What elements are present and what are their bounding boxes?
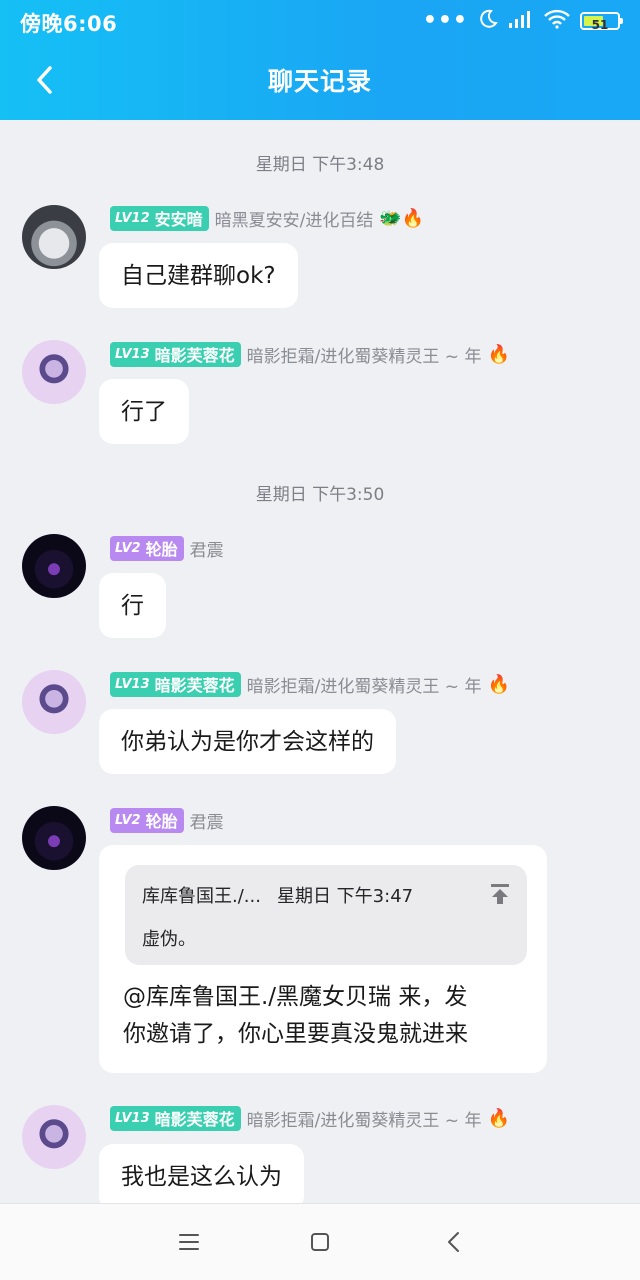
message-meta: LV2 轮胎 君震 (110, 807, 224, 833)
level-badge: LV12 安安暗 (110, 205, 209, 231)
member-title: 君震 (189, 812, 224, 833)
avatar[interactable] (22, 340, 86, 404)
member-title: 暗黑夏安安/进化百结 (214, 210, 374, 231)
home-button[interactable] (306, 1228, 334, 1256)
reply-text: @库库鲁国王./黑魔女贝瑞 来，发 你邀请了，你心里要真没鬼就进来 (123, 984, 468, 1047)
message-meta: LV13 暗影芙蓉花 暗影拒霜/进化蜀葵精灵王 ~ 年 🔥 (110, 671, 510, 697)
status-icons: ••• 51 (422, 8, 623, 34)
wifi-icon (544, 9, 570, 33)
title-emoji: 🔥 (487, 343, 510, 365)
message-bubble[interactable]: 行了 (99, 379, 189, 444)
quote-time: 星期日 下午3:47 (276, 886, 414, 907)
level-badge: LV2 轮胎 (110, 807, 184, 833)
title-emoji: 🔥 (487, 1107, 510, 1129)
quoted-message[interactable]: 库库鲁国王./... 星期日 下午3:47 虚伪。 (125, 865, 527, 965)
menu-button[interactable] (175, 1228, 203, 1256)
home-square-icon (311, 1233, 329, 1251)
quote-header: 库库鲁国王./... 星期日 下午3:47 (142, 882, 413, 908)
back-nav-button[interactable] (440, 1228, 468, 1256)
message-meta: LV12 安安暗 暗黑夏安安/进化百结 🐲🔥 (110, 205, 424, 231)
member-title: 暗影拒霜/进化蜀葵精灵王 ~ 年 (246, 346, 482, 367)
message-meta: LV13 暗影芙蓉花 暗影拒霜/进化蜀葵精灵王 ~ 年 🔥 (110, 341, 510, 367)
avatar[interactable] (22, 205, 86, 269)
chat-history[interactable]: 星期日 下午3:48 LV12 安安暗 暗黑夏安安/进化百结 🐲🔥 自己建群聊ok… (0, 120, 640, 1203)
status-time: 傍晚6:06 (20, 12, 118, 36)
avatar[interactable] (22, 534, 86, 598)
message-bubble[interactable]: 行 (99, 573, 166, 638)
title-emoji: 🐲🔥 (379, 207, 425, 229)
message-meta: LV2 轮胎 君震 (110, 535, 224, 561)
message-bubble[interactable]: 自己建群聊ok? (99, 243, 298, 308)
avatar[interactable] (22, 806, 86, 870)
jump-to-top-icon[interactable] (487, 881, 513, 907)
message-meta: LV13 暗影芙蓉花 暗影拒霜/进化蜀葵精灵王 ~ 年 🔥 (110, 1105, 510, 1131)
reply-message-bubble[interactable]: 库库鲁国王./... 星期日 下午3:47 虚伪。 @库库鲁国王./黑魔女贝瑞 来… (99, 845, 547, 1073)
time-separator: 星期日 下午3:48 (255, 155, 385, 175)
avatar[interactable] (22, 670, 86, 734)
more-dots-icon: ••• (422, 8, 468, 33)
menu-icon (179, 1234, 199, 1250)
time-separator: 星期日 下午3:50 (255, 485, 385, 505)
page-title: 聊天记录 (267, 67, 372, 96)
signal-icon (508, 9, 534, 33)
app-header: 傍晚6:06 ••• 51 聊天记录 (0, 0, 640, 120)
quote-text: 虚伪。 (142, 929, 196, 950)
title-emoji: 🔥 (487, 673, 510, 695)
level-badge: LV13 暗影芙蓉花 (110, 1105, 241, 1131)
level-badge: LV13 暗影芙蓉花 (110, 341, 241, 367)
level-badge: LV13 暗影芙蓉花 (110, 671, 241, 697)
battery-icon: 51 (580, 12, 623, 32)
avatar[interactable] (22, 1105, 86, 1169)
battery-level: 51 (591, 18, 609, 32)
member-title: 暗影拒霜/进化蜀葵精灵王 ~ 年 (246, 676, 482, 697)
message-bubble[interactable]: 你弟认为是你才会这样的 (99, 709, 396, 774)
level-badge: LV2 轮胎 (110, 535, 184, 561)
quote-sender: 库库鲁国王./... (142, 886, 261, 907)
system-nav-bar (0, 1203, 640, 1280)
message-bubble[interactable]: 我也是这么认为 (99, 1144, 304, 1203)
back-arrow-icon (448, 1232, 459, 1252)
member-title: 暗影拒霜/进化蜀葵精灵王 ~ 年 (246, 1110, 482, 1131)
member-title: 君震 (189, 540, 224, 561)
moon-icon (478, 9, 498, 33)
